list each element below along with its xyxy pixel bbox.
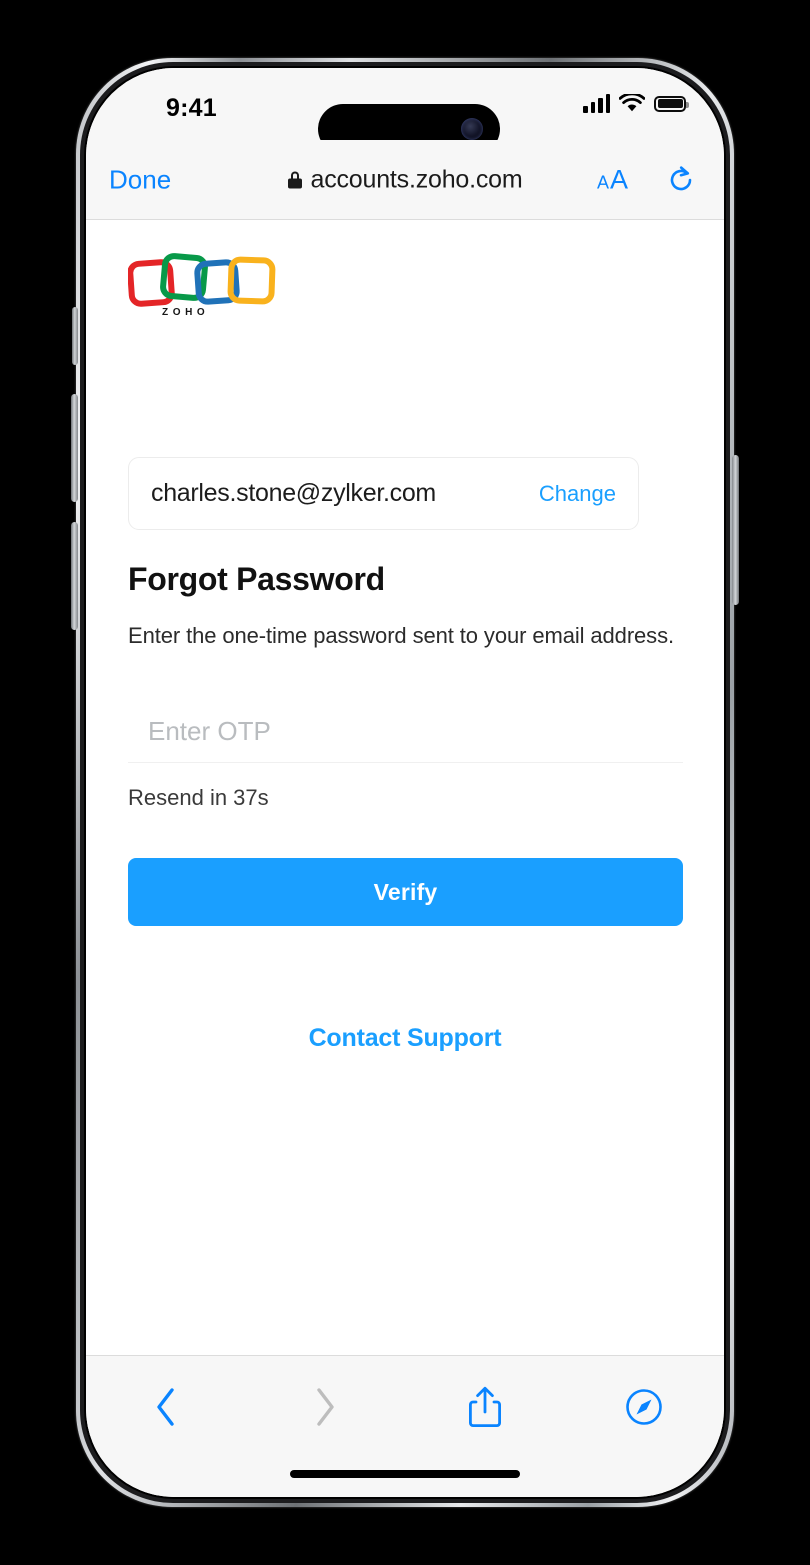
home-indicator: [290, 1470, 520, 1478]
verify-button[interactable]: Verify: [128, 858, 683, 926]
otp-field-wrapper: [128, 701, 683, 763]
phone-screen: 9:41 Done accounts.zoho.com A A ZOHO cha…: [86, 68, 724, 1497]
mute-switch[interactable]: [72, 307, 78, 365]
text-size-small-a: A: [596, 172, 609, 192]
volume-down-button[interactable]: [71, 522, 78, 630]
email-value: charles.stone@zylker.com: [151, 479, 436, 507]
email-display-box: charles.stone@zylker.com Change: [128, 457, 639, 530]
zoho-logo: ZOHO: [127, 251, 278, 323]
front-camera-icon: [461, 118, 483, 140]
status-bar-indicators: [583, 94, 689, 113]
text-size-button[interactable]: A A: [597, 164, 628, 195]
chevron-right-icon: [317, 1388, 334, 1426]
page-subtitle: Enter the one-time password sent to your…: [128, 623, 674, 648]
share-button[interactable]: [405, 1385, 565, 1429]
chevron-left-icon: [157, 1388, 174, 1426]
change-email-link[interactable]: Change: [539, 481, 616, 507]
share-icon: [468, 1386, 501, 1427]
volume-up-button[interactable]: [71, 394, 78, 502]
reload-icon[interactable]: [666, 165, 696, 195]
zoho-wordmark: ZOHO: [162, 307, 210, 318]
contact-support-link[interactable]: Contact Support: [86, 1024, 724, 1053]
safari-bottom-toolbar: [86, 1355, 724, 1497]
web-page-content: ZOHO charles.stone@zylker.com Change For…: [86, 221, 724, 1383]
resend-timer-text: Resend in 37s: [128, 785, 269, 810]
address-bar[interactable]: accounts.zoho.com: [86, 165, 724, 194]
power-button[interactable]: [732, 455, 739, 605]
screenshot-root: 9:41 Done accounts.zoho.com A A ZOHO cha…: [0, 0, 810, 1565]
page-title: Forgot Password: [128, 561, 385, 597]
cellular-signal-icon: [583, 94, 610, 113]
forward-button[interactable]: [246, 1386, 406, 1428]
bookmarks-button[interactable]: [565, 1387, 725, 1427]
status-bar-clock: 9:41: [166, 94, 217, 122]
wifi-icon: [619, 94, 645, 112]
url-text: accounts.zoho.com: [310, 165, 523, 193]
otp-input[interactable]: [128, 701, 683, 763]
text-size-large-a: A: [609, 164, 628, 194]
status-bar: 9:41: [86, 68, 724, 154]
compass-icon: [626, 1389, 663, 1425]
back-button[interactable]: [86, 1386, 246, 1428]
safari-top-toolbar: Done accounts.zoho.com A A: [86, 140, 724, 220]
lock-icon: [287, 171, 302, 188]
battery-full-icon: [654, 95, 689, 112]
